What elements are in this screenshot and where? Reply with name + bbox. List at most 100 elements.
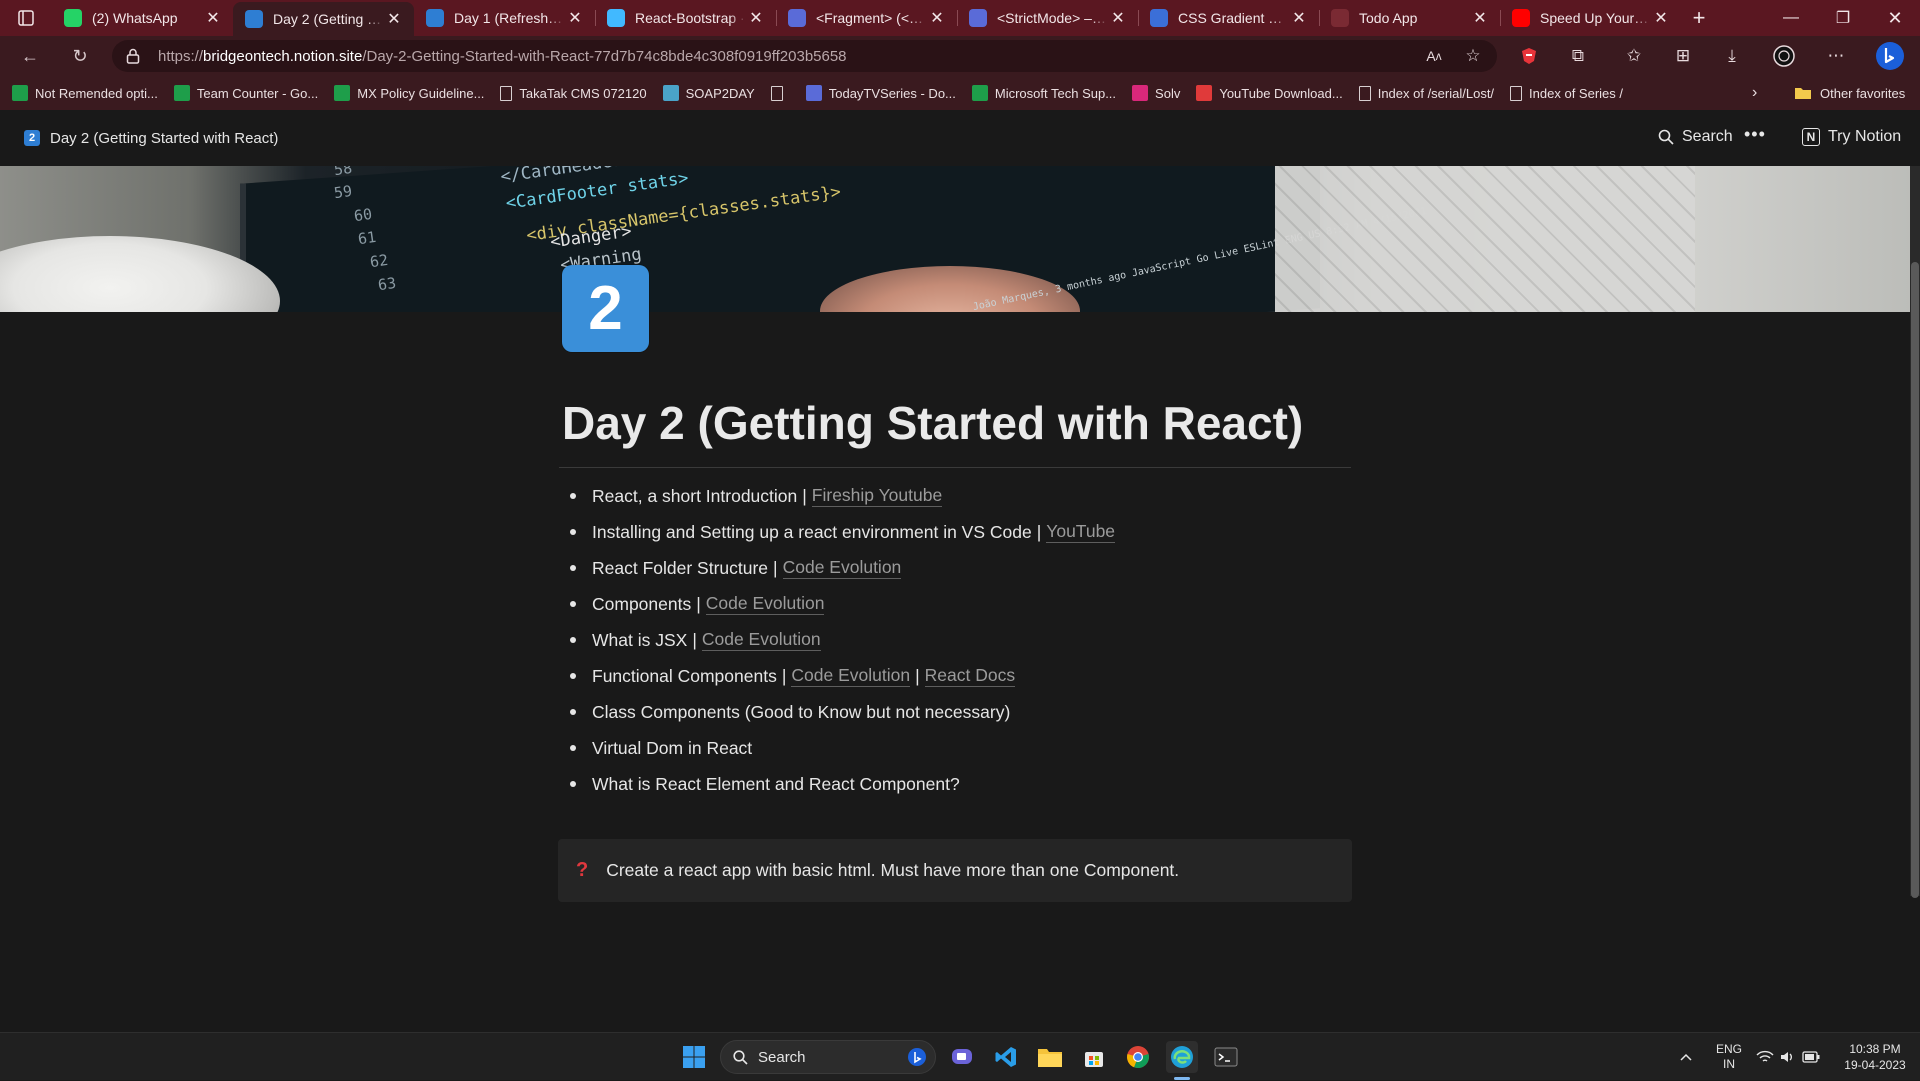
browser-tab[interactable]: Day 2 (Getting Sta ✕ [233, 2, 414, 36]
settings-more-button[interactable]: ⋯ [1820, 40, 1852, 72]
region-code: IN [1723, 1057, 1735, 1071]
profile-avatar[interactable] [1768, 40, 1800, 72]
page-icon[interactable]: 2 [562, 265, 649, 352]
search-icon [733, 1049, 748, 1065]
battery-icon [1802, 1051, 1820, 1063]
close-tab-icon[interactable]: ✕ [1289, 8, 1309, 28]
search-label: Search [1682, 128, 1733, 145]
favorite-item[interactable]: YouTube Download... [1196, 85, 1343, 101]
title-divider [559, 467, 1351, 468]
refresh-button[interactable]: ↻ [60, 38, 100, 74]
browser-tab[interactable]: Day 1 (Refresh You ✕ [414, 0, 595, 36]
favorite-item[interactable]: TakaTak CMS 072120 [500, 85, 647, 101]
youtube-icon [1512, 9, 1530, 27]
resource-link[interactable]: Code Evolution [782, 557, 902, 579]
edge-app[interactable] [1166, 1041, 1198, 1073]
new-tab-button[interactable]: + [1681, 0, 1717, 36]
favorite-item[interactable]: TodayTVSeries - Do... [805, 85, 956, 101]
add-favorite-button[interactable]: ☆ [1457, 40, 1489, 72]
more-options-button[interactable]: ••• [1744, 124, 1766, 145]
language-code: ENG [1716, 1042, 1743, 1056]
brave-shield-extension[interactable] [1513, 40, 1545, 72]
browser-tab[interactable]: React-Bootstrap · ✕ [595, 0, 776, 36]
language-indicator[interactable]: ENG IN [1716, 1033, 1742, 1081]
try-notion-button[interactable]: N Try Notion [1802, 128, 1901, 146]
bing-copilot-button[interactable] [1874, 40, 1906, 72]
favorite-item[interactable]: MX Policy Guideline... [334, 85, 484, 101]
collections-button[interactable]: ⊞ [1667, 40, 1699, 72]
close-tab-icon[interactable]: ✕ [1651, 8, 1671, 28]
favorites-button[interactable]: ✩ [1618, 40, 1650, 72]
browser-tab[interactable]: Speed Up Your Re ✕ [1500, 0, 1681, 36]
resource-list: React, a short Introduction | Fireship You… [567, 478, 1116, 802]
favorite-item[interactable]: Solv [1132, 85, 1180, 101]
resource-link[interactable]: Code Evolution [791, 665, 911, 687]
quick-settings-button[interactable] [1756, 1033, 1820, 1081]
resource-link[interactable]: Code Evolution [701, 629, 821, 651]
favorite-item[interactable]: SOAP2DAY [662, 85, 755, 101]
search-button[interactable]: Search [1658, 128, 1733, 146]
resource-link[interactable]: Code Evolution [705, 593, 825, 615]
favorite-item[interactable]: Index of Series / [1510, 85, 1623, 101]
favorite-item[interactable] [770, 85, 790, 101]
search-icon [1658, 129, 1674, 145]
taskbar-search[interactable]: Search [720, 1040, 936, 1074]
resource-link[interactable]: React Docs [924, 665, 1016, 687]
favorite-item[interactable]: Index of /serial/Lost/ [1358, 85, 1494, 101]
notion-logo-icon: N [1802, 128, 1820, 146]
close-tab-icon[interactable]: ✕ [565, 8, 585, 28]
separator: | [773, 557, 778, 578]
microsoft-store-app[interactable] [1078, 1041, 1110, 1073]
browser-tab[interactable]: <Fragment> (<>... ✕ [776, 0, 957, 36]
browser-tab[interactable]: Todo App ✕ [1319, 0, 1500, 36]
breadcrumb[interactable]: Day 2 (Getting Started with React) [50, 130, 278, 147]
todo-app-icon [1331, 9, 1349, 27]
close-window-button[interactable]: ✕ [1870, 0, 1920, 36]
close-tab-icon[interactable]: ✕ [203, 8, 223, 28]
resource-link[interactable]: Fireship Youtube [811, 485, 943, 507]
tray-overflow-button[interactable] [1680, 1033, 1692, 1081]
start-button[interactable] [678, 1041, 710, 1073]
favorite-item[interactable]: Microsoft Tech Sup... [971, 85, 1117, 101]
other-favorites-folder[interactable]: Other favorites [1794, 76, 1905, 110]
close-tab-icon[interactable]: ✕ [384, 9, 404, 29]
tab-actions-button[interactable] [0, 0, 52, 36]
minimize-button[interactable]: — [1766, 0, 1816, 36]
favorite-item[interactable]: Not Remended opti... [12, 85, 158, 101]
separator: | [781, 665, 787, 686]
teams-chat-app[interactable] [946, 1041, 978, 1073]
browser-tab[interactable]: <StrictMode> – Re ✕ [957, 0, 1138, 36]
url-text: https://bridgeontech.notion.site/Day-2-G… [158, 47, 847, 65]
downloads-button[interactable]: ⤓ [1716, 40, 1748, 72]
page-icon [1510, 85, 1523, 101]
resource-link[interactable]: YouTube [1046, 521, 1116, 543]
terminal-icon [1214, 1047, 1238, 1067]
close-tab-icon[interactable]: ✕ [1470, 8, 1490, 28]
globe-icon [805, 85, 822, 101]
browser-tab[interactable]: (2) WhatsApp ✕ [52, 0, 233, 36]
code-line-number: 63 [376, 273, 398, 295]
chrome-app[interactable] [1122, 1041, 1154, 1073]
favorite-label: Microsoft Tech Sup... [994, 85, 1117, 101]
extensions-button[interactable]: ⧉ [1562, 40, 1594, 72]
close-tab-icon[interactable]: ✕ [1108, 8, 1128, 28]
favorite-label: SOAP2DAY [685, 85, 755, 101]
address-bar[interactable]: https://bridgeontech.notion.site/Day-2-G… [112, 40, 1497, 72]
favorites-overflow-button[interactable]: › [1752, 76, 1757, 110]
refresh-icon: ↻ [72, 45, 88, 66]
close-tab-icon[interactable]: ✕ [746, 8, 766, 28]
read-aloud-button[interactable]: Aʌ [1418, 40, 1450, 72]
vscode-app[interactable] [990, 1041, 1022, 1073]
separator: | [1036, 521, 1042, 542]
close-tab-icon[interactable]: ✕ [927, 8, 947, 28]
system-clock[interactable]: 10:38 PM 19-04-2023 [1836, 1041, 1914, 1073]
scrollbar-thumb[interactable] [1911, 262, 1919, 898]
terminal-app[interactable] [1210, 1041, 1242, 1073]
file-explorer-app[interactable] [1034, 1041, 1066, 1073]
restore-button[interactable]: ❐ [1818, 0, 1868, 36]
tab-title: Day 1 (Refresh You [454, 10, 565, 26]
code-line-number: 60 [352, 204, 374, 226]
favorite-item[interactable]: Team Counter - Go... [173, 85, 318, 101]
back-button[interactable]: ← [10, 38, 50, 74]
browser-tab[interactable]: CSS Gradient — G ✕ [1138, 0, 1319, 36]
